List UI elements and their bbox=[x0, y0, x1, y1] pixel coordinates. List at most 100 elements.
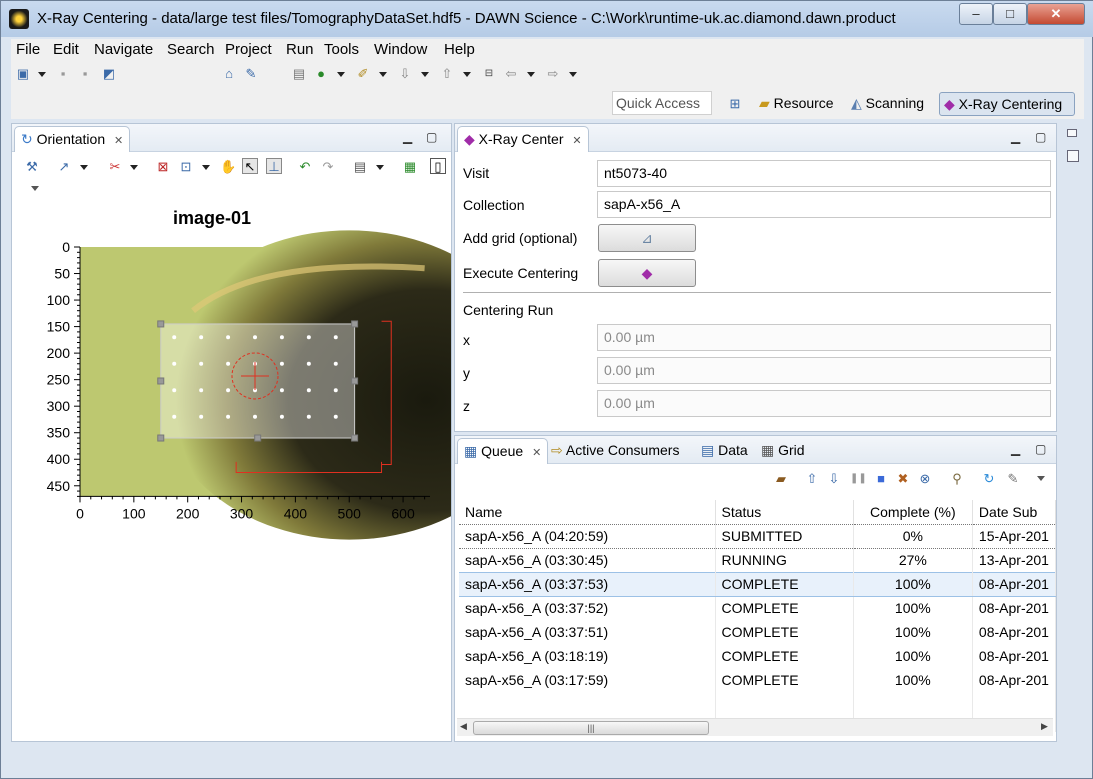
column-name[interactable]: Name bbox=[459, 500, 716, 524]
stop-icon[interactable]: ■ bbox=[873, 471, 889, 487]
grid-handle[interactable] bbox=[157, 377, 165, 385]
run-dropdown-icon[interactable] bbox=[337, 72, 345, 77]
refresh-icon[interactable]: ↻ bbox=[981, 471, 997, 487]
table-row[interactable]: sapA-x56_A (03:30:45) RUNNING 27% 13-Apr… bbox=[459, 548, 1057, 572]
prev-annotation-dropdown-icon[interactable] bbox=[463, 72, 471, 77]
open-perspective-icon[interactable]: ⊞ bbox=[727, 96, 743, 112]
horizontal-scrollbar[interactable]: ◀ ||| ▶ bbox=[457, 718, 1053, 736]
grid-handle[interactable] bbox=[254, 434, 262, 442]
clear-icon[interactable]: ⊗ bbox=[917, 471, 933, 487]
cell-date: 08-Apr-201 bbox=[972, 644, 1057, 668]
edit-note-icon[interactable]: ✎ bbox=[243, 66, 259, 82]
y-field[interactable]: 0.00 µm bbox=[597, 357, 1051, 384]
z-field[interactable]: 0.00 µm bbox=[597, 390, 1051, 417]
column-complete[interactable]: Complete (%) bbox=[853, 500, 973, 524]
restore-trim-icon[interactable] bbox=[1067, 129, 1077, 137]
menu-file[interactable]: File bbox=[16, 41, 40, 58]
maximize-view-icon[interactable]: ▢ bbox=[1035, 130, 1046, 144]
scroll-right-icon[interactable]: ▶ bbox=[1041, 721, 1048, 732]
grid-handle[interactable] bbox=[351, 377, 359, 385]
menu-tools[interactable]: Tools bbox=[324, 41, 359, 58]
grid-handle[interactable] bbox=[351, 320, 359, 328]
menu-window[interactable]: Window bbox=[374, 41, 427, 58]
close-icon[interactable]: ✕ bbox=[532, 447, 541, 459]
grid-region[interactable] bbox=[160, 323, 356, 439]
menu-project[interactable]: Project bbox=[225, 41, 272, 58]
tab-queue[interactable]: ▦ Queue ✕ bbox=[457, 438, 549, 464]
collection-field[interactable]: sapA-x56_A bbox=[597, 191, 1051, 218]
maximize-view-icon[interactable]: ▢ bbox=[1035, 442, 1046, 456]
execute-centering-button[interactable]: ◆ bbox=[598, 259, 696, 287]
minimize-button[interactable]: – bbox=[959, 3, 993, 25]
minimize-view-icon[interactable]: ▁ bbox=[1011, 442, 1020, 456]
trim-view-icon[interactable] bbox=[1067, 150, 1079, 162]
quick-access-field[interactable]: Quick Access bbox=[612, 91, 712, 115]
x-tick-label: 500 bbox=[338, 505, 362, 521]
new-icon[interactable]: ▣ bbox=[15, 66, 31, 82]
execute-centering-label: Execute Centering bbox=[463, 265, 579, 281]
forward-icon[interactable]: ⇨ bbox=[545, 66, 561, 82]
table-row[interactable]: sapA-x56_A (03:17:59) COMPLETE 100% 08-A… bbox=[459, 668, 1057, 692]
grid-handle[interactable] bbox=[157, 320, 165, 328]
next-annotation-icon[interactable]: ⇩ bbox=[397, 66, 413, 82]
grid-view-icon: ▦ bbox=[761, 442, 775, 458]
x-tick-label: 200 bbox=[176, 505, 200, 521]
z-label: z bbox=[463, 398, 470, 414]
menu-help[interactable]: Help bbox=[444, 41, 475, 58]
minimize-view-icon[interactable]: ▁ bbox=[1011, 130, 1020, 144]
move-up-icon[interactable]: ⇧ bbox=[804, 471, 820, 487]
grid-handle[interactable] bbox=[157, 434, 165, 442]
tab-grid[interactable]: ▦ Grid bbox=[761, 442, 805, 459]
new-dropdown-icon[interactable] bbox=[38, 72, 46, 77]
next-annotation-dropdown-icon[interactable] bbox=[421, 72, 429, 77]
tab-xray-center[interactable]: ◆ X-Ray Center ✕ bbox=[457, 126, 589, 152]
maximize-button[interactable]: □ bbox=[993, 3, 1027, 25]
back-dropdown-icon[interactable] bbox=[527, 72, 535, 77]
tab-active-consumers[interactable]: ⇨ Active Consumers bbox=[551, 442, 679, 459]
print-icon[interactable]: ▤ bbox=[291, 66, 307, 82]
close-button[interactable]: ✕ bbox=[1027, 3, 1085, 25]
add-grid-button[interactable]: ⊿ bbox=[598, 224, 696, 252]
perspective-xray-centering[interactable]: ◆ X-Ray Centering bbox=[939, 92, 1075, 116]
back-icon[interactable]: ⇦ bbox=[503, 66, 519, 82]
plot-icon[interactable]: ◩ bbox=[101, 66, 117, 82]
scroll-thumb[interactable]: ||| bbox=[473, 721, 709, 735]
briefcase-icon[interactable]: ▰ bbox=[773, 471, 789, 487]
x-field[interactable]: 0.00 µm bbox=[597, 324, 1051, 351]
home-icon[interactable]: ⌂ bbox=[221, 66, 237, 82]
table-row[interactable]: sapA-x56_A (03:18:19) COMPLETE 100% 08-A… bbox=[459, 644, 1057, 668]
column-date-submitted[interactable]: Date Sub bbox=[972, 500, 1057, 524]
prev-annotation-icon[interactable]: ⇧ bbox=[439, 66, 455, 82]
tab-data[interactable]: ▤ Data bbox=[701, 442, 748, 459]
table-row[interactable]: sapA-x56_A (03:37:52) COMPLETE 100% 08-A… bbox=[459, 596, 1057, 620]
table-row-selected[interactable]: sapA-x56_A (03:37:53) COMPLETE 100% 08-A… bbox=[459, 571, 1057, 597]
menu-run[interactable]: Run bbox=[286, 41, 314, 58]
pin-icon[interactable]: ⊟ bbox=[481, 66, 497, 82]
run-icon[interactable]: ● bbox=[313, 66, 329, 82]
kill-icon[interactable]: ✖ bbox=[895, 471, 911, 487]
edit-icon[interactable]: ✎ bbox=[1005, 471, 1021, 487]
menu-search[interactable]: Search bbox=[167, 41, 215, 58]
save-all-icon[interactable]: ▪ bbox=[77, 66, 93, 82]
scroll-left-icon[interactable]: ◀ bbox=[460, 721, 467, 732]
table-row[interactable]: sapA-x56_A (03:37:51) COMPLETE 100% 08-A… bbox=[459, 620, 1057, 644]
debug-icon[interactable]: ✐ bbox=[355, 66, 371, 82]
forward-dropdown-icon[interactable] bbox=[569, 72, 577, 77]
menu-edit[interactable]: Edit bbox=[53, 41, 79, 58]
move-down-icon[interactable]: ⇩ bbox=[826, 471, 842, 487]
column-status[interactable]: Status bbox=[715, 500, 854, 524]
cell-name: sapA-x56_A (03:18:19) bbox=[459, 644, 716, 668]
close-icon[interactable]: ✕ bbox=[572, 135, 581, 147]
table-row[interactable]: sapA-x56_A (04:20:59) SUBMITTED 0% 15-Ap… bbox=[459, 523, 1057, 549]
debug-dropdown-icon[interactable] bbox=[379, 72, 387, 77]
pause-icon[interactable]: ❚❚ bbox=[850, 471, 867, 487]
perspective-resource[interactable]: ▰ Resource bbox=[755, 92, 838, 116]
save-icon[interactable]: ▪ bbox=[55, 66, 71, 82]
view-menu-icon[interactable] bbox=[1037, 476, 1045, 481]
menu-navigate[interactable]: Navigate bbox=[94, 41, 153, 58]
perspective-scanning[interactable]: ◭ Scanning bbox=[847, 92, 928, 116]
visit-field[interactable]: nt5073-40 bbox=[597, 160, 1051, 187]
image-plot[interactable]: 0 50 100 150 200 250 300 350 400 450 0 100 200 300 400… bbox=[12, 124, 451, 741]
grid-handle[interactable] bbox=[351, 434, 359, 442]
search-icon[interactable]: ⚲ bbox=[949, 471, 965, 487]
